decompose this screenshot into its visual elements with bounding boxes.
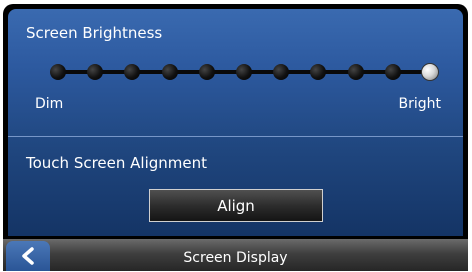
- brightness-heading: Screen Brightness: [26, 24, 163, 42]
- brightness-step-dot[interactable]: [236, 64, 252, 80]
- alignment-heading: Touch Screen Alignment: [26, 154, 208, 172]
- brightness-step-dot[interactable]: [347, 64, 364, 80]
- brightness-step-dot[interactable]: [198, 64, 215, 80]
- align-button[interactable]: Align: [149, 189, 323, 222]
- brightness-slider-thumb[interactable]: [421, 63, 439, 81]
- brightness-step-dot[interactable]: [161, 64, 178, 80]
- settings-panel: Screen Brightness Dim Bright Touch Scree…: [8, 9, 463, 236]
- brightness-step-dot[interactable]: [87, 64, 104, 80]
- brightness-step-dot[interactable]: [273, 64, 290, 80]
- brightness-slider[interactable]: [50, 61, 439, 83]
- brightness-step-dot[interactable]: [310, 64, 327, 80]
- brightness-section: Screen Brightness Dim Bright: [8, 9, 463, 136]
- alignment-section: Touch Screen Alignment Align: [8, 137, 463, 236]
- bright-label: Bright: [398, 96, 442, 112]
- brightness-step-dot[interactable]: [124, 64, 141, 80]
- dim-label: Dim: [35, 96, 64, 112]
- device-screen: Screen Brightness Dim Bright Touch Scree…: [3, 4, 468, 271]
- screen-title: Screen Display: [183, 250, 288, 266]
- brightness-step-dot[interactable]: [384, 64, 401, 80]
- bottom-bar: Screen Display: [3, 239, 468, 271]
- brightness-step-dot[interactable]: [50, 64, 66, 80]
